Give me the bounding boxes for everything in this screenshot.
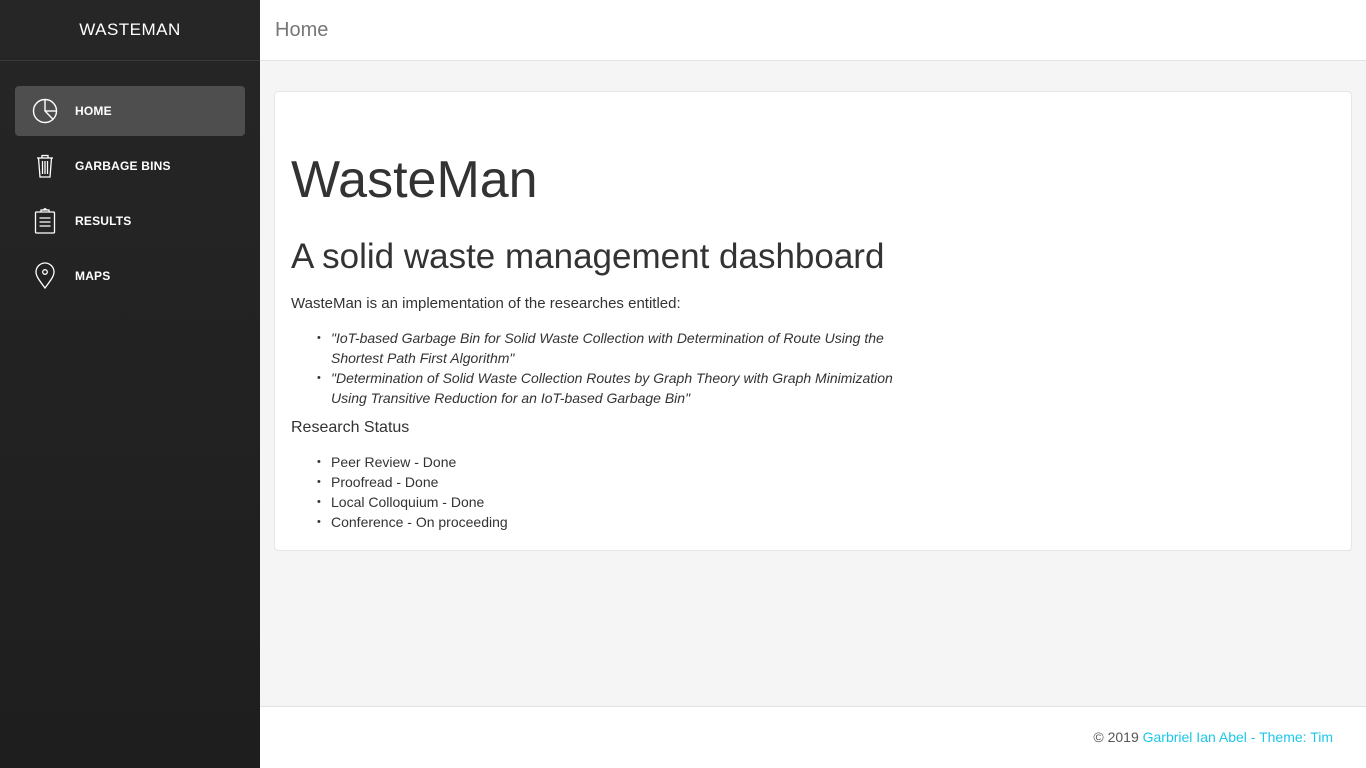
- research-list: "IoT-based Garbage Bin for Solid Waste C…: [317, 328, 907, 408]
- footer-credit-link[interactable]: Garbriel Ian Abel - Theme: Tim: [1143, 729, 1333, 745]
- sidebar-item-label: GARBAGE BINS: [75, 159, 171, 173]
- sidebar-nav: HOME GARBAGE BINS RESULTS MAPS: [0, 61, 260, 301]
- status-item: Local Colloquium - Done: [317, 492, 508, 512]
- clipboard-icon: [15, 207, 75, 235]
- pie-chart-icon: [15, 97, 75, 125]
- app-title: WasteMan: [291, 151, 538, 209]
- trash-icon: [15, 152, 75, 180]
- research-item: "IoT-based Garbage Bin for Solid Waste C…: [317, 328, 907, 368]
- sidebar-item-label: MAPS: [75, 269, 111, 283]
- top-navbar: Home: [260, 0, 1366, 61]
- sidebar: WASTEMAN HOME GARBAGE BINS RESULTS MAPS: [0, 0, 260, 768]
- sidebar-item-maps[interactable]: MAPS: [15, 251, 245, 301]
- sidebar-item-label: RESULTS: [75, 214, 132, 228]
- status-item: Conference - On proceeding: [317, 512, 508, 532]
- footer: © 2019 Garbriel Ian Abel - Theme: Tim: [260, 706, 1366, 768]
- app-subtitle: A solid waste management dashboard: [291, 237, 885, 276]
- sidebar-item-label: HOME: [75, 104, 112, 118]
- research-item: "Determination of Solid Waste Collection…: [317, 368, 907, 408]
- status-item: Peer Review - Done: [317, 452, 508, 472]
- intro-text: WasteMan is an implementation of the res…: [291, 295, 681, 312]
- brand-logo[interactable]: WASTEMAN: [0, 0, 260, 61]
- sidebar-item-garbage-bins[interactable]: GARBAGE BINS: [15, 141, 245, 191]
- content-card: WasteMan A solid waste management dashbo…: [274, 91, 1352, 551]
- page-title[interactable]: Home: [275, 19, 328, 42]
- status-item: Proofread - Done: [317, 472, 508, 492]
- sidebar-item-results[interactable]: RESULTS: [15, 196, 245, 246]
- copyright-text: © 2019: [1093, 729, 1143, 745]
- status-list: Peer Review - Done Proofread - Done Loca…: [317, 452, 508, 532]
- research-status-heading: Research Status: [291, 419, 410, 436]
- footer-copyright: © 2019 Garbriel Ian Abel - Theme: Tim: [1093, 729, 1333, 745]
- map-pin-icon: [15, 262, 75, 290]
- sidebar-item-home[interactable]: HOME: [15, 86, 245, 136]
- main-panel: Home WasteMan A solid waste management d…: [260, 0, 1366, 768]
